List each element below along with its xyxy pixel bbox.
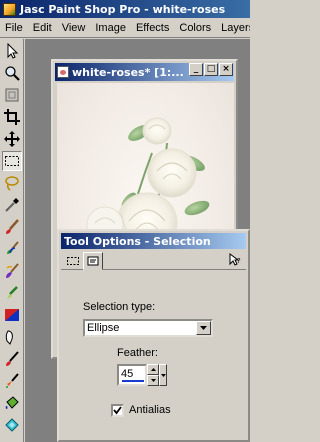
feather-decrement-button[interactable] — [147, 375, 159, 386]
tab-tool-controls[interactable] — [83, 252, 103, 270]
tab-selection-options[interactable] — [63, 252, 83, 269]
menu-layers[interactable]: Layers — [216, 22, 250, 34]
text-icon[interactable] — [2, 415, 22, 435]
scratch-remover-icon[interactable] — [2, 305, 22, 325]
menu-effects[interactable]: Effects — [131, 22, 174, 34]
paintbrush-icon[interactable] — [2, 217, 22, 237]
color-replacer-icon[interactable] — [2, 261, 22, 281]
checkmark-icon — [113, 406, 122, 415]
app-title: Jasc Paint Shop Pro - white-roses — [20, 2, 226, 16]
clone-brush-icon[interactable] — [2, 239, 22, 259]
image-window-title: white-roses* [1:... — [72, 65, 184, 79]
feather-input[interactable]: 45 — [117, 364, 147, 386]
arrow-icon[interactable] — [2, 41, 22, 61]
selection-type-label: Selection type: — [83, 301, 156, 313]
menu-image[interactable]: Image — [90, 22, 131, 34]
document-icon — [57, 66, 69, 78]
picture-tube-icon[interactable] — [2, 349, 22, 369]
zoom-icon[interactable] — [2, 63, 22, 83]
dropper-icon[interactable] — [2, 195, 22, 215]
tool-options-title: Tool Options - Selection — [64, 234, 211, 248]
maximize-button[interactable]: □ — [204, 63, 218, 76]
paint-shop-pro-icon[interactable] — [3, 2, 16, 16]
arrow-up-icon — [150, 368, 156, 371]
selection-type-dropdown[interactable]: Ellipse — [83, 319, 213, 337]
eraser-icon[interactable] — [2, 327, 22, 347]
selection-tab-icon — [67, 256, 79, 265]
crop-icon[interactable] — [2, 107, 22, 127]
selection-type-value: Ellipse — [87, 322, 120, 334]
menu-file[interactable]: File — [0, 22, 28, 34]
close-button[interactable]: × — [219, 63, 233, 76]
slider-popout-icon — [160, 374, 166, 377]
feather-value: 45 — [121, 368, 134, 380]
airbrush-icon[interactable] — [2, 371, 22, 391]
app-title-bar[interactable]: Jasc Paint Shop Pro - white-roses — [0, 0, 250, 18]
tool-options-palette[interactable]: Tool Options - Selection ? Selection typ… — [57, 229, 250, 442]
menu-view[interactable]: View — [57, 22, 91, 34]
menu-bar: File Edit View Image Effects Colors Laye… — [0, 18, 250, 38]
svg-text:?: ? — [237, 257, 241, 265]
antialias-checkbox[interactable] — [111, 404, 124, 417]
menu-colors[interactable]: Colors — [174, 22, 216, 34]
feather-spinner: 45 — [117, 364, 167, 386]
feather-increment-button[interactable] — [147, 364, 159, 375]
freehand-icon[interactable] — [2, 173, 22, 193]
tool-options-title-bar[interactable]: Tool Options - Selection — [61, 233, 246, 249]
mover-icon[interactable] — [2, 129, 22, 149]
feather-label: Feather: — [117, 347, 158, 359]
tool-palette — [0, 39, 24, 442]
minimize-button[interactable]: _ — [189, 63, 203, 76]
flood-fill-icon[interactable] — [2, 393, 22, 413]
selection-icon[interactable] — [2, 151, 22, 171]
deform-icon[interactable] — [2, 85, 22, 105]
menu-edit[interactable]: Edit — [28, 22, 57, 34]
controls-tab-icon — [87, 256, 99, 266]
feather-slider-button[interactable] — [159, 364, 167, 386]
retouch-icon[interactable] — [2, 283, 22, 303]
tool-options-tabs: ? — [61, 250, 246, 270]
dropdown-arrow-button[interactable] — [196, 321, 211, 335]
feather-slider-indicator — [122, 380, 144, 382]
help-pointer-icon[interactable]: ? — [226, 252, 244, 268]
arrow-down-icon — [150, 379, 156, 382]
antialias-label: Antialias — [129, 404, 171, 416]
chevron-down-icon — [200, 326, 207, 330]
